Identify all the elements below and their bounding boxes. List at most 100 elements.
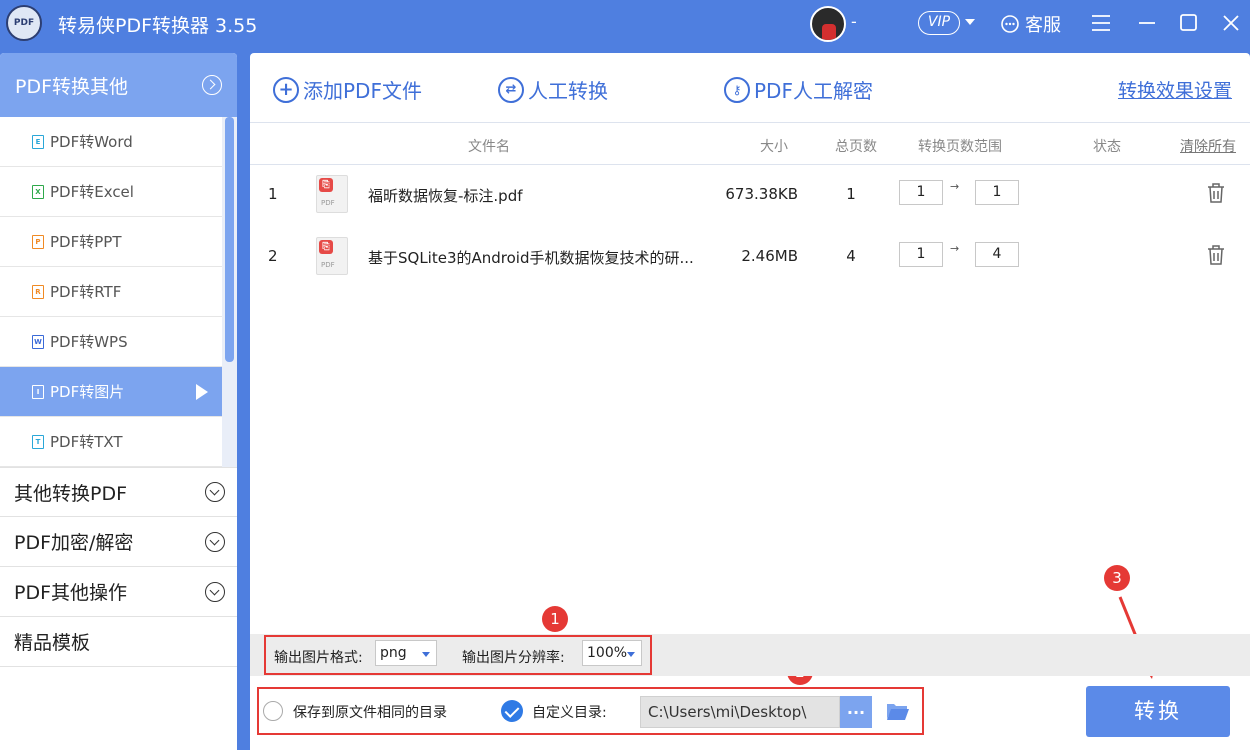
sidebar-item-pdf-to-rtf[interactable]: R PDF转RTF — [0, 267, 222, 317]
user-name[interactable]: - — [851, 12, 857, 31]
sidebar-sub-list: E PDF转Word X PDF转Excel P PDF转PPT R PDF转RTF W… — [0, 117, 237, 467]
sidebar-header-pdf-to-other[interactable]: PDF转换其他 — [0, 53, 237, 117]
trash-icon[interactable] — [1206, 182, 1226, 204]
pdf-file-icon: ⎘ PDF — [316, 175, 348, 213]
chevron-down-icon — [205, 581, 225, 602]
app-logo: PDF — [6, 5, 42, 41]
sidebar: PDF转换其他 E PDF转Word X PDF转Excel P PDF转PPT RP… — [0, 53, 237, 750]
close-icon[interactable] — [1220, 12, 1242, 34]
sidebar-section-label: 精品模板 — [14, 632, 91, 654]
manual-decrypt-button[interactable]: ⚷ PDF人工解密 — [724, 75, 873, 104]
sidebar-item-label: PDF转Word — [50, 133, 133, 151]
main-panel: + 添加PDF文件 ⇄ 人工转换 ⚷ PDF人工解密 转换效果设置 文件名 大小… — [250, 53, 1250, 750]
sidebar-item-pdf-to-image[interactable]: I PDF转图片 — [0, 367, 222, 417]
vip-dropdown-icon[interactable] — [965, 19, 975, 25]
excel-file-icon: X — [32, 184, 44, 199]
sidebar-section-other-to-pdf[interactable]: 其他转换PDF — [0, 467, 237, 517]
rtf-file-icon: R — [32, 284, 44, 299]
wps-file-icon: W — [32, 334, 44, 349]
sidebar-item-label: PDF转RTF — [50, 283, 122, 301]
app-title: 转易侠PDF转换器 3.55 — [58, 15, 258, 37]
trash-icon[interactable] — [1206, 244, 1226, 266]
key-icon: ⚷ — [724, 76, 750, 103]
sidebar-header-label: PDF转换其他 — [15, 75, 129, 98]
range-to-input[interactable]: 1 — [975, 180, 1019, 205]
file-name: 福昕数据恢复-标注.pdf — [368, 187, 523, 205]
plus-circle-icon: + — [273, 76, 299, 103]
add-pdf-label: 添加PDF文件 — [303, 79, 422, 103]
menu-icon[interactable] — [1090, 12, 1112, 34]
annotation-badge-3: 3 — [1104, 565, 1130, 591]
vip-badge[interactable]: VIP — [918, 11, 960, 35]
image-file-icon: I — [32, 384, 44, 399]
row-index: 1 — [268, 185, 278, 203]
manual-decrypt-label: PDF人工解密 — [754, 79, 873, 103]
file-size: 673.38KB — [725, 185, 798, 203]
annotation-badge-1: 1 — [542, 606, 568, 632]
chevron-right-icon — [202, 75, 222, 95]
effect-settings-link[interactable]: 转换效果设置 — [1118, 76, 1232, 103]
column-pages: 总页数 — [835, 139, 877, 155]
sidebar-item-pdf-to-txt[interactable]: T PDF转TXT — [0, 417, 222, 467]
file-name: 基于SQLite3的Android手机数据恢复技术的研... — [368, 249, 694, 267]
pdf-icon-caption: PDF — [321, 199, 335, 207]
range-arrow: → — [950, 180, 960, 193]
sidebar-section-templates[interactable]: 精品模板 — [0, 617, 237, 667]
column-size: 大小 — [760, 139, 788, 155]
page-count: 1 — [846, 185, 856, 203]
swap-arrows-icon: ⇄ — [498, 76, 524, 103]
table-row[interactable]: 2 ⎘ PDF 基于SQLite3的Android手机数据恢复技术的研... 2.… — [250, 227, 1250, 289]
sidebar-item-pdf-to-excel[interactable]: X PDF转Excel — [0, 167, 222, 217]
table-header: 文件名 大小 总页数 转换页数范围 状态 清除所有 — [250, 123, 1250, 165]
pdf-file-icon: ⎘ PDF — [316, 237, 348, 275]
word-file-icon: E — [32, 134, 44, 149]
customer-service-button[interactable]: 客服 — [1000, 11, 1061, 37]
sidebar-section-encrypt-decrypt[interactable]: PDF加密/解密 — [0, 517, 237, 567]
sidebar-item-pdf-to-ppt[interactable]: P PDF转PPT — [0, 217, 222, 267]
range-arrow: → — [950, 242, 960, 255]
chat-bubble-icon — [1001, 15, 1019, 33]
ppt-file-icon: P — [32, 234, 44, 249]
scrollbar-thumb[interactable] — [225, 117, 234, 362]
pdf-icon-caption: PDF — [321, 261, 335, 269]
clear-all-link[interactable]: 清除所有 — [1180, 136, 1236, 156]
customer-service-label: 客服 — [1025, 15, 1061, 36]
highlight-box-directory — [257, 687, 924, 735]
sidebar-section-label: PDF其他操作 — [14, 582, 128, 604]
add-pdf-button[interactable]: + 添加PDF文件 — [273, 75, 422, 104]
column-range: 转换页数范围 — [918, 139, 1002, 155]
chevron-down-icon — [205, 482, 225, 502]
row-index: 2 — [268, 247, 278, 265]
maximize-icon[interactable] — [1178, 12, 1200, 34]
sidebar-section-label: PDF加密/解密 — [14, 532, 134, 554]
range-from-input[interactable]: 1 — [899, 242, 943, 267]
column-status: 状态 — [1093, 139, 1121, 155]
table-row[interactable]: 1 ⎘ PDF 福昕数据恢复-标注.pdf 673.38KB 1 1 → 1 — [250, 165, 1250, 227]
txt-file-icon: T — [32, 434, 44, 449]
range-from-input[interactable]: 1 — [899, 180, 943, 205]
range-to-input[interactable]: 4 — [975, 242, 1019, 267]
sidebar-item-label: PDF转Excel — [50, 183, 134, 201]
active-arrow-icon — [196, 384, 208, 400]
file-size: 2.46MB — [741, 247, 798, 265]
minimize-icon[interactable] — [1136, 12, 1158, 34]
sidebar-item-label: PDF转图片 — [50, 383, 125, 401]
chevron-down-icon — [205, 531, 225, 552]
page-count: 4 — [846, 247, 856, 265]
highlight-box-format — [264, 635, 652, 675]
manual-convert-button[interactable]: ⇄ 人工转换 — [498, 75, 608, 104]
column-filename: 文件名 — [468, 139, 510, 155]
sidebar-item-pdf-to-wps[interactable]: W PDF转WPS — [0, 317, 222, 367]
sidebar-item-pdf-to-word[interactable]: E PDF转Word — [0, 117, 222, 167]
convert-button[interactable]: 转换 — [1086, 686, 1230, 737]
app-logo-text: PDF — [13, 18, 35, 28]
title-bar: PDF 转易侠PDF转换器 3.55 - VIP 客服 — [0, 0, 1250, 50]
sidebar-section-other-operations[interactable]: PDF其他操作 — [0, 567, 237, 617]
user-avatar[interactable] — [810, 6, 846, 42]
sidebar-item-label: PDF转TXT — [50, 433, 123, 451]
sidebar-section-label: 其他转换PDF — [14, 482, 128, 505]
manual-convert-label: 人工转换 — [528, 79, 608, 103]
sidebar-item-label: PDF转WPS — [50, 333, 128, 351]
toolbar: + 添加PDF文件 ⇄ 人工转换 ⚷ PDF人工解密 转换效果设置 — [250, 53, 1250, 123]
sidebar-item-label: PDF转PPT — [50, 233, 122, 251]
